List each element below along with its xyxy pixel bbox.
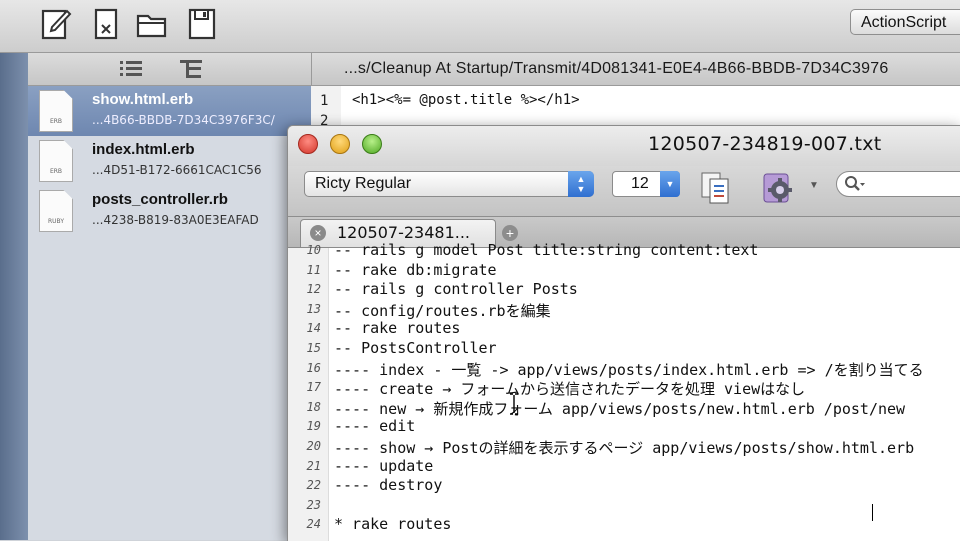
line-number: 1: [320, 93, 329, 109]
chevron-down-icon[interactable]: ▼: [809, 180, 819, 191]
text-line: 17 ---- create → フォームから送信されたデータを処理 viewはな…: [288, 378, 960, 399]
text-line: 20 ---- show → Postの詳細を表示するページ app/views/…: [288, 437, 960, 457]
file-type-tag: ERB: [49, 168, 63, 175]
open-folder-icon[interactable]: [136, 6, 168, 42]
font-size-select[interactable]: 12 ▼: [612, 171, 680, 197]
search-icon: [845, 176, 865, 191]
text-editor-window: 120507-234819-007.txt Ricty Regular ▲ ▼ 1…: [287, 125, 960, 541]
updown-arrows-icon: ▲ ▼: [568, 171, 594, 197]
outline-view-icon[interactable]: [178, 57, 204, 81]
file-list-header: [28, 53, 312, 85]
line-number: 20: [306, 439, 321, 453]
line-text: -- config/routes.rbを編集: [334, 301, 551, 320]
text-line: 14 -- rake routes: [288, 319, 960, 338]
text-line: 11 -- rake db:migrate: [288, 261, 960, 280]
line-text: ---- edit: [334, 417, 416, 436]
line-number: 19: [306, 419, 321, 434]
line-text: ---- index - 一覧 -> app/views/posts/index…: [334, 360, 924, 379]
text-line: 10 -- rails g model Post title:string con…: [288, 241, 960, 260]
title-bar[interactable]: 120507-234819-007.txt: [288, 126, 960, 166]
gear-icon[interactable]: [758, 168, 798, 208]
file-name: show.html.erb: [92, 91, 194, 108]
line-number: 14: [306, 321, 321, 336]
line-number: 15: [306, 341, 321, 355]
ruby-file-icon: [39, 190, 73, 232]
editor-toolbar: ActionScript: [0, 0, 960, 53]
line-number: 11: [306, 262, 321, 277]
file-item-show[interactable]: ERB show.html.erb ...4B66-BBDB-7D34C3976…: [28, 86, 311, 136]
line-text: ---- update: [334, 456, 434, 475]
tab-label: 120507-23481...: [337, 223, 471, 242]
line-text: * rake routes: [334, 515, 452, 534]
code-line: <h1><%= @post.title %></h1>: [352, 92, 580, 108]
line-number: 23: [306, 497, 321, 512]
text-line: 22 ---- destroy: [288, 476, 960, 495]
line-text: ---- create → フォームから送信されたデータを処理 viewはなし: [334, 380, 806, 399]
line-text: ---- new → 新規作成フォーム app/views/posts/new.…: [334, 399, 906, 418]
window-toolbar: Ricty Regular ▲ ▼ 12 ▼ ▼: [288, 166, 960, 217]
line-number: 18: [306, 399, 321, 414]
ibeam-cursor-icon: [510, 393, 518, 415]
close-window-button[interactable]: [298, 134, 318, 154]
line-text: ---- show → Postの詳細を表示するページ app/views/po…: [334, 439, 915, 457]
text-line: 18 ---- new → 新規作成フォーム app/views/posts/ne…: [288, 398, 960, 418]
line-text: -- rails g controller Posts: [334, 280, 578, 299]
file-name: index.html.erb: [92, 141, 195, 158]
text-line: 16 ---- index - 一覧 -> app/views/posts/ind…: [288, 359, 960, 379]
zoom-window-button[interactable]: [362, 134, 382, 154]
close-document-icon[interactable]: [90, 6, 122, 42]
close-icon[interactable]: ×: [310, 225, 326, 241]
line-number: 17: [306, 380, 321, 395]
erb-file-icon: [39, 90, 73, 132]
file-item-index[interactable]: ERB index.html.erb ...4D51-B172-6661CAC1…: [28, 136, 311, 186]
font-select-value: Ricty Regular: [315, 175, 412, 192]
erb-file-icon: [39, 140, 73, 182]
path-bar: ...s/Cleanup At Startup/Transmit/4D08134…: [0, 53, 960, 86]
line-number: 24: [306, 517, 321, 532]
text-line: 12 -- rails g controller Posts: [288, 280, 960, 299]
font-size-value: 12: [631, 175, 649, 192]
file-id: ...4B66-BBDB-7D34C3976F3C/: [92, 113, 275, 127]
line-number: 10: [306, 243, 321, 257]
line-text: -- PostsController: [334, 339, 497, 357]
file-type-tag: ERB: [49, 118, 63, 125]
text-line: 23: [288, 496, 960, 515]
line-text: -- rake db:migrate: [334, 260, 497, 279]
file-path: ...s/Cleanup At Startup/Transmit/4D08134…: [344, 60, 889, 77]
file-id: ...4238-B819-83A0E3EAFAD: [92, 213, 259, 227]
text-line: 19 ---- edit: [288, 417, 960, 436]
line-text: -- rake routes: [334, 319, 461, 338]
file-type-tag: RUBY: [47, 218, 64, 225]
new-document-icon[interactable]: [40, 6, 72, 42]
save-icon[interactable]: [186, 6, 218, 42]
minimize-window-button[interactable]: [330, 134, 350, 154]
text-line: 21 ---- update: [288, 457, 960, 476]
text-line: 24 * rake routes: [288, 515, 960, 534]
line-number: 22: [306, 478, 321, 493]
file-id: ...4D51-B172-6661CAC1C56: [92, 163, 262, 177]
text-line: 15 -- PostsController: [288, 339, 960, 358]
text-line: 13 -- config/routes.rbを編集: [288, 300, 960, 320]
text-caret: [872, 504, 873, 521]
file-name: posts_controller.rb: [92, 191, 228, 208]
documents-icon[interactable]: [696, 168, 736, 208]
file-list: ERB show.html.erb ...4B66-BBDB-7D34C3976…: [28, 86, 311, 540]
line-text: -- rails g model Post title:string conte…: [334, 241, 759, 259]
font-select[interactable]: Ricty Regular ▲ ▼: [304, 171, 594, 197]
window-title: 120507-234819-007.txt: [648, 133, 882, 155]
text-area[interactable]: 10 -- rails g model Post title:string con…: [288, 241, 960, 541]
file-item-posts-controller[interactable]: RUBY posts_controller.rb ...4238-B819-83…: [28, 186, 311, 236]
add-tab-button[interactable]: +: [502, 225, 518, 241]
search-input[interactable]: [836, 171, 960, 197]
chevron-down-icon: ▼: [660, 171, 680, 197]
line-number: 16: [306, 360, 321, 375]
desktop-edge: [0, 53, 28, 540]
line-text: ---- destroy: [334, 476, 443, 495]
list-view-icon[interactable]: [118, 57, 144, 81]
line-number: 12: [306, 282, 321, 297]
line-number: 21: [306, 458, 321, 473]
language-button[interactable]: ActionScript: [850, 9, 960, 35]
line-number: 13: [306, 301, 321, 316]
